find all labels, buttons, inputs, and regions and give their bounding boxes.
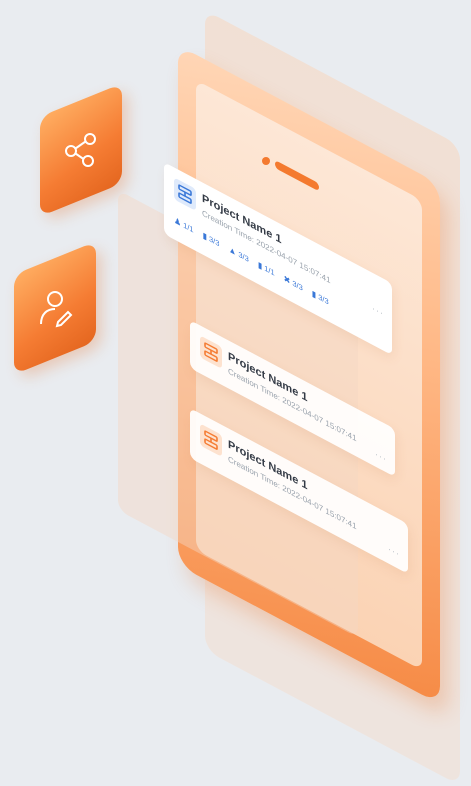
share-tile: [40, 83, 122, 217]
project-icon: [200, 335, 222, 370]
file-icon: ▮: [311, 288, 317, 300]
stat-file: ▮ 3/3: [311, 288, 329, 307]
more-options-button[interactable]: ···: [388, 543, 400, 559]
stat-tool: ✖ 3/3: [283, 273, 303, 293]
stat-book: ▮ 1/1: [257, 259, 275, 278]
illustration-scene: Project Name 1 Creation Time: 2022-04-07…: [0, 0, 471, 786]
project-icon: [200, 423, 222, 458]
document-icon: ▮: [202, 230, 208, 242]
share-icon: [65, 133, 96, 167]
book-icon: ▮: [257, 259, 263, 272]
user-edit-icon: [40, 291, 73, 328]
stat-people: ♟ 1/1: [174, 215, 194, 235]
project-icon: [174, 177, 196, 212]
more-options-button[interactable]: ···: [375, 448, 387, 464]
stat-folder: ▲ 3/3: [228, 244, 249, 265]
people-icon: ♟: [174, 215, 182, 229]
folder-icon: ▲: [228, 244, 237, 258]
tool-icon: ✖: [283, 273, 291, 287]
camera-dot: [262, 157, 270, 165]
stat-document: ▮ 3/3: [202, 230, 220, 249]
user-edit-tile: [14, 241, 96, 375]
more-options-button[interactable]: ···: [372, 303, 384, 319]
